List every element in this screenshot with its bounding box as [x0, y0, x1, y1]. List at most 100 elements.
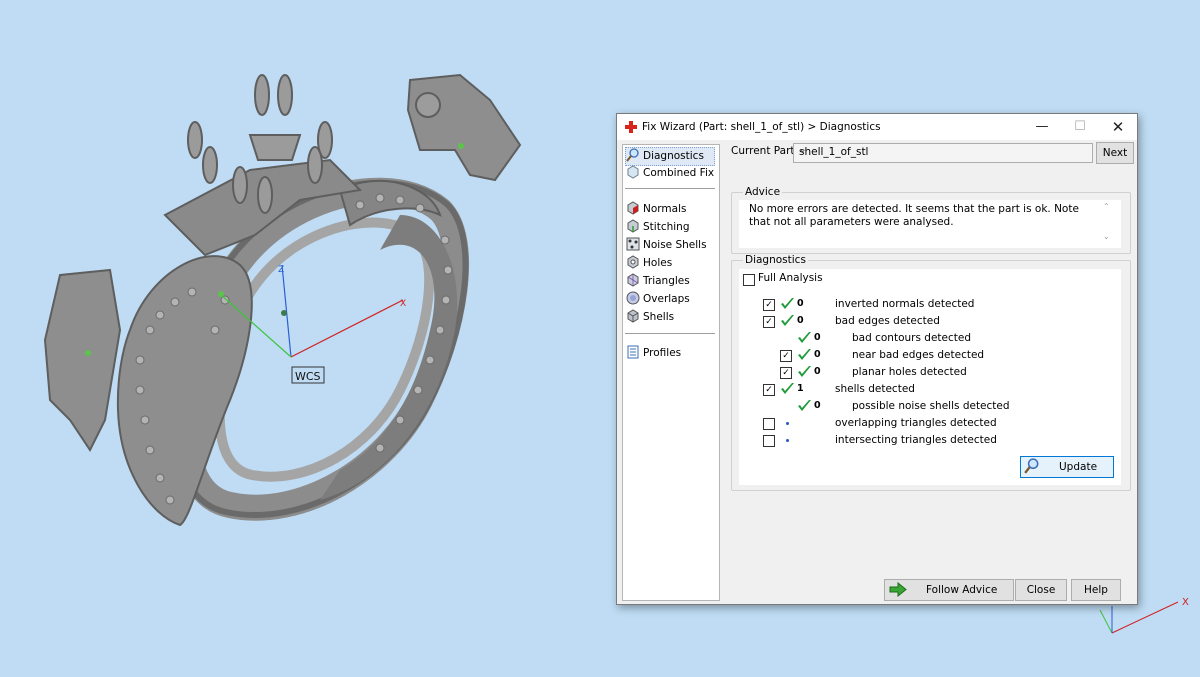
- diagnostic-row: ✓ 0 near bad edges detected: [739, 347, 1119, 363]
- noise-shells-icon: [626, 237, 640, 251]
- sidebar-item-label: Noise Shells: [643, 239, 707, 251]
- red-cross-icon: [625, 121, 637, 133]
- update-button[interactable]: Update: [1020, 456, 1114, 478]
- status-dot: [786, 439, 789, 442]
- diagnostic-label: overlapping triangles detected: [835, 417, 997, 429]
- ring-model: [43, 73, 522, 527]
- diagnostic-count: 0: [814, 366, 821, 377]
- green-check-icon: [798, 366, 811, 377]
- green-check-icon: [798, 332, 811, 343]
- diagnostic-row: intersecting triangles detected: [739, 432, 1119, 448]
- green-check-icon: [781, 315, 794, 326]
- sidebar-item-label: Stitching: [643, 221, 690, 233]
- green-arrow-icon: [889, 582, 907, 597]
- diagnostic-checkbox[interactable]: ✓: [763, 299, 775, 311]
- shells-cube-icon: [627, 309, 639, 323]
- magnifier-icon: [626, 148, 639, 162]
- fix-wizard-dialog: Fix Wizard (Part: shell_1_of_stl) > Diag…: [616, 113, 1138, 605]
- diagnostic-row: ✓ 0 inverted normals detected: [739, 296, 1119, 312]
- chevron-down-icon: ⌄: [799, 145, 807, 155]
- diagnostic-checkbox[interactable]: ✓: [780, 350, 792, 362]
- sidebar-item-triangles[interactable]: Triangles: [626, 273, 690, 290]
- diagnostic-count: 0: [797, 315, 804, 326]
- update-label: Update: [1059, 461, 1098, 473]
- sidebar-item-profiles[interactable]: Profiles: [626, 345, 681, 362]
- diagnostic-checkbox[interactable]: [763, 418, 775, 430]
- sidebar-separator: [625, 333, 715, 334]
- advice-box: No more errors are detected. It seems th…: [739, 200, 1121, 248]
- green-check-icon: [798, 349, 811, 360]
- sidebar-item-overlaps[interactable]: Overlaps: [626, 291, 690, 308]
- sidebar-item-label: Shells: [643, 311, 675, 323]
- normals-cube-icon: [627, 201, 639, 215]
- sidebar-item-label: Profiles: [643, 347, 682, 359]
- status-dot: [786, 422, 789, 425]
- follow-advice-button[interactable]: Follow Advice: [884, 579, 1014, 601]
- full-analysis-checkbox[interactable]: [743, 274, 755, 286]
- fix-wizard-sidebar: Diagnostics Combined Fix Normals Stitchi…: [622, 144, 720, 601]
- profiles-page-icon: [627, 345, 639, 359]
- sidebar-item-stitching[interactable]: Stitching: [626, 219, 689, 236]
- diagnostic-checkbox[interactable]: [763, 435, 775, 447]
- overlaps-icon: [626, 291, 640, 305]
- sidebar-item-normals[interactable]: Normals: [626, 201, 686, 218]
- wcs-axis-x-label: X: [400, 299, 406, 309]
- magnifier-icon: [1024, 458, 1039, 474]
- sidebar-separator: [625, 188, 715, 189]
- sidebar-item-label: Normals: [643, 203, 687, 215]
- diagnostic-count: 0: [797, 298, 804, 309]
- scroll-down-icon[interactable]: ⌄: [1103, 232, 1110, 241]
- diagnostics-title: Diagnostics: [743, 254, 808, 266]
- full-analysis-label: Full Analysis: [758, 272, 823, 284]
- diagnostics-area: Full Analysis ✓ 0 inverted normals detecte…: [739, 269, 1121, 485]
- sidebar-item-combined-fix[interactable]: Combined Fix: [626, 165, 714, 182]
- current-part-label: Current Part:: [731, 145, 799, 157]
- diagnostic-label: intersecting triangles detected: [835, 434, 997, 446]
- next-button[interactable]: Next: [1096, 142, 1134, 164]
- diagnostic-row: ✓ 1 shells detected: [739, 381, 1119, 397]
- title-bar[interactable]: Fix Wizard (Part: shell_1_of_stl) > Diag…: [617, 114, 1137, 140]
- green-check-icon: [781, 383, 794, 394]
- sidebar-item-diagnostics[interactable]: Diagnostics: [625, 147, 715, 166]
- diagnostic-label: possible noise shells detected: [852, 400, 1010, 412]
- sidebar-item-label: Triangles: [643, 275, 690, 287]
- green-check-icon: [798, 400, 811, 411]
- combined-fix-icon: [627, 165, 639, 179]
- diagnostic-label: shells detected: [835, 383, 915, 395]
- orientation-axes: [1099, 601, 1179, 634]
- follow-advice-label: Follow Advice: [926, 584, 998, 596]
- sidebar-item-label: Combined Fix: [643, 167, 715, 179]
- scroll-up-icon[interactable]: ⌃: [1103, 202, 1110, 211]
- diagnostic-row: ✓ 0 planar holes detected: [739, 364, 1119, 380]
- sidebar-item-shells[interactable]: Shells: [626, 309, 674, 326]
- maximize-button[interactable]: ☐: [1061, 114, 1099, 140]
- advice-title: Advice: [743, 186, 783, 198]
- sidebar-item-holes[interactable]: Holes: [626, 255, 672, 272]
- minimize-button[interactable]: —: [1023, 114, 1061, 140]
- triangles-cube-icon: [627, 273, 639, 287]
- diagnostic-checkbox[interactable]: ✓: [763, 384, 775, 396]
- window-title: Fix Wizard (Part: shell_1_of_stl) > Diag…: [642, 121, 881, 133]
- orientation-x-label: X: [1182, 597, 1189, 608]
- help-button[interactable]: Help: [1071, 579, 1121, 601]
- stitching-cube-icon: [627, 219, 639, 233]
- current-part-select[interactable]: shell_1_of_stl ⌄: [793, 143, 1093, 163]
- diagnostic-count: 0: [814, 400, 821, 411]
- wcs-label: WCS: [295, 370, 321, 383]
- sidebar-item-label: Diagnostics: [643, 150, 704, 162]
- diagnostic-count: 1: [797, 383, 804, 394]
- sidebar-item-noise-shells[interactable]: Noise Shells: [626, 237, 707, 254]
- diagnostic-checkbox[interactable]: ✓: [763, 316, 775, 328]
- diagnostic-row: 0 possible noise shells detected: [739, 398, 1119, 414]
- sidebar-item-label: Holes: [643, 257, 673, 269]
- green-check-icon: [781, 298, 794, 309]
- diagnostic-checkbox[interactable]: ✓: [780, 367, 792, 379]
- close-button[interactable]: Close: [1015, 579, 1067, 601]
- wcs-axis-z-label: Z: [278, 265, 284, 275]
- close-window-button[interactable]: ✕: [1099, 114, 1137, 140]
- sidebar-item-label: Overlaps: [643, 293, 690, 305]
- diagnostic-count: 0: [814, 332, 821, 343]
- holes-cube-icon: [627, 255, 639, 269]
- diagnostic-row: 0 bad contours detected: [739, 330, 1119, 346]
- diagnostic-label: near bad edges detected: [852, 349, 985, 361]
